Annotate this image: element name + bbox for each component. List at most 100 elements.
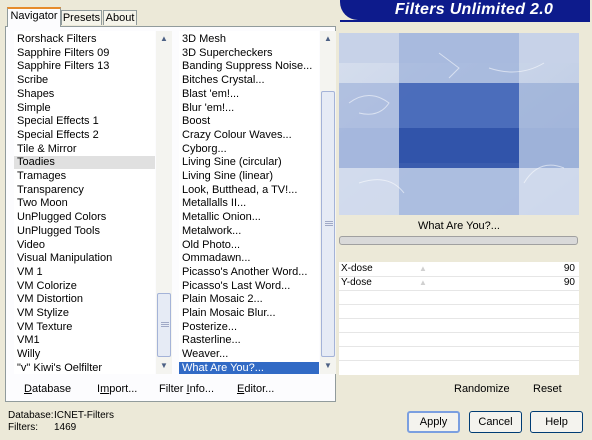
list-item[interactable]: Metalwork... bbox=[179, 225, 319, 238]
list-item[interactable]: Two Moon bbox=[14, 197, 155, 210]
category-list[interactable]: Rorshack Filters Sapphire Filters 09 Sapph… bbox=[14, 31, 155, 374]
reset-button[interactable]: Reset bbox=[533, 383, 562, 395]
filter-list[interactable]: 3D Mesh 3D Supercheckers Banding Suppress … bbox=[179, 31, 319, 374]
slider-marker-icon[interactable]: ▲ bbox=[419, 262, 427, 276]
list-item[interactable]: VM Texture bbox=[14, 321, 155, 334]
apply-button[interactable]: Apply bbox=[407, 411, 460, 433]
list-item[interactable]: Special Effects 1 bbox=[14, 115, 155, 128]
list-item[interactable]: Plain Mosaic Blur... bbox=[179, 307, 319, 320]
list-item[interactable]: UnPlugged Tools bbox=[14, 225, 155, 238]
param-row-y-dose[interactable]: Y-dose ▲ 90 bbox=[339, 276, 579, 290]
list-item[interactable]: Banding Suppress Noise... bbox=[179, 60, 319, 73]
param-label: X-dose bbox=[341, 263, 373, 274]
list-item[interactable]: Tramages bbox=[14, 170, 155, 183]
cancel-button[interactable]: Cancel bbox=[469, 411, 522, 433]
list-item[interactable]: Picasso's Last Word... bbox=[179, 280, 319, 293]
grip-line bbox=[161, 322, 169, 323]
list-item[interactable]: Weaver... bbox=[179, 348, 319, 361]
cancel-button-label: Cancel bbox=[478, 416, 513, 428]
tab-navigator[interactable]: Navigator bbox=[7, 7, 61, 27]
list-item[interactable]: Willy bbox=[14, 348, 155, 361]
grip-line bbox=[161, 326, 169, 327]
grip-line bbox=[325, 221, 333, 222]
list-item[interactable]: VM Stylize bbox=[14, 307, 155, 320]
list-item[interactable]: UnPlugged Colors bbox=[14, 211, 155, 224]
parameter-area: X-dose ▲ 90 Y-dose ▲ 90 bbox=[339, 262, 579, 375]
editor-button[interactable]: Editor... bbox=[237, 383, 274, 395]
list-item[interactable]: Rasterline... bbox=[179, 334, 319, 347]
help-button[interactable]: Help bbox=[530, 411, 583, 433]
list-item[interactable]: Living Sine (linear) bbox=[179, 170, 319, 183]
list-item[interactable]: Transparency bbox=[14, 184, 155, 197]
list-item[interactable]: "v" Kiwi's Oelfilter bbox=[14, 362, 155, 374]
list-item[interactable]: Crazy Colour Waves... bbox=[179, 129, 319, 142]
param-row-x-dose[interactable]: X-dose ▲ 90 bbox=[339, 262, 579, 276]
list-item[interactable]: Rorshack Filters bbox=[14, 33, 155, 46]
scroll-up-icon[interactable]: ▲ bbox=[320, 31, 336, 47]
tab-about-label: About bbox=[105, 12, 135, 24]
list-item[interactable]: Toadies bbox=[14, 156, 155, 170]
category-scrollbar[interactable]: ▲ ▼ bbox=[156, 31, 172, 374]
app-title: Filters Unlimited 2.0 bbox=[394, 1, 554, 18]
slider-marker-icon[interactable]: ▲ bbox=[419, 276, 427, 290]
scroll-down-icon[interactable]: ▼ bbox=[320, 358, 336, 374]
list-item[interactable]: Video bbox=[14, 239, 155, 252]
filters-count-value: 1469 bbox=[54, 422, 77, 433]
divider bbox=[339, 332, 579, 333]
list-item[interactable]: 3D Supercheckers bbox=[179, 47, 319, 60]
list-item[interactable]: Living Sine (circular) bbox=[179, 156, 319, 169]
list-item[interactable]: VM1 bbox=[14, 334, 155, 347]
list-item[interactable]: VM 1 bbox=[14, 266, 155, 279]
list-item[interactable]: Sapphire Filters 13 bbox=[14, 60, 155, 73]
list-item[interactable]: Ommadawn... bbox=[179, 252, 319, 265]
database-button[interactable]: Database bbox=[24, 383, 71, 395]
list-item[interactable]: Simple bbox=[14, 102, 155, 115]
list-item[interactable]: Special Effects 2 bbox=[14, 129, 155, 142]
randomize-button[interactable]: Randomize bbox=[454, 383, 510, 395]
grip-line bbox=[161, 324, 169, 325]
tab-about[interactable]: About bbox=[103, 10, 137, 25]
filter-info-button[interactable]: Filter Info... bbox=[159, 383, 214, 395]
list-item[interactable]: Sapphire Filters 09 bbox=[14, 47, 155, 60]
list-item[interactable]: Scribe bbox=[14, 74, 155, 87]
divider bbox=[339, 346, 579, 347]
list-item[interactable]: Posterize... bbox=[179, 321, 319, 334]
list-item[interactable]: Visual Manipulation bbox=[14, 252, 155, 265]
scroll-up-icon[interactable]: ▲ bbox=[156, 31, 172, 47]
list-item[interactable]: What Are You?... bbox=[179, 361, 319, 374]
filter-scrollbar[interactable]: ▲ ▼ bbox=[320, 31, 336, 374]
divider bbox=[339, 304, 579, 305]
editor-button-label: Editor... bbox=[237, 383, 275, 395]
preview-image[interactable] bbox=[339, 33, 579, 215]
list-item[interactable]: Tile & Mirror bbox=[14, 143, 155, 156]
list-item[interactable]: Old Photo... bbox=[179, 239, 319, 252]
list-item[interactable]: Shapes bbox=[14, 88, 155, 101]
preview-filter-name: What Are You?... bbox=[418, 220, 500, 232]
database-button-label: Database bbox=[24, 383, 72, 395]
divider bbox=[339, 360, 579, 361]
divider bbox=[339, 290, 579, 291]
list-item[interactable]: Plain Mosaic 2... bbox=[179, 293, 319, 306]
scroll-down-icon[interactable]: ▼ bbox=[156, 358, 172, 374]
list-item[interactable]: Metallic Onion... bbox=[179, 211, 319, 224]
list-item[interactable]: Look, Butthead, a TV!... bbox=[179, 184, 319, 197]
import-button[interactable]: Import... bbox=[97, 383, 137, 395]
title-banner-underline bbox=[340, 20, 590, 22]
progress-bar bbox=[339, 236, 578, 245]
list-item[interactable]: VM Colorize bbox=[14, 280, 155, 293]
filter-scroll-thumb[interactable] bbox=[321, 91, 335, 357]
list-item[interactable]: Boost bbox=[179, 115, 319, 128]
list-item[interactable]: Bitches Crystal... bbox=[179, 74, 319, 87]
category-scroll-thumb[interactable] bbox=[157, 293, 171, 357]
tab-presets[interactable]: Presets bbox=[61, 10, 102, 25]
list-item[interactable]: Metallalls II... bbox=[179, 197, 319, 210]
list-item[interactable]: Cyborg... bbox=[179, 143, 319, 156]
list-item[interactable]: VM Distortion bbox=[14, 293, 155, 306]
list-item[interactable]: Blast 'em!... bbox=[179, 88, 319, 101]
filters-count-label: Filters: bbox=[8, 422, 38, 433]
preview-graphic bbox=[339, 33, 579, 215]
list-item[interactable]: Picasso's Another Word... bbox=[179, 266, 319, 279]
list-item[interactable]: Blur 'em!... bbox=[179, 102, 319, 115]
list-item[interactable]: 3D Mesh bbox=[179, 33, 319, 46]
tab-navigator-label: Navigator bbox=[10, 10, 58, 22]
